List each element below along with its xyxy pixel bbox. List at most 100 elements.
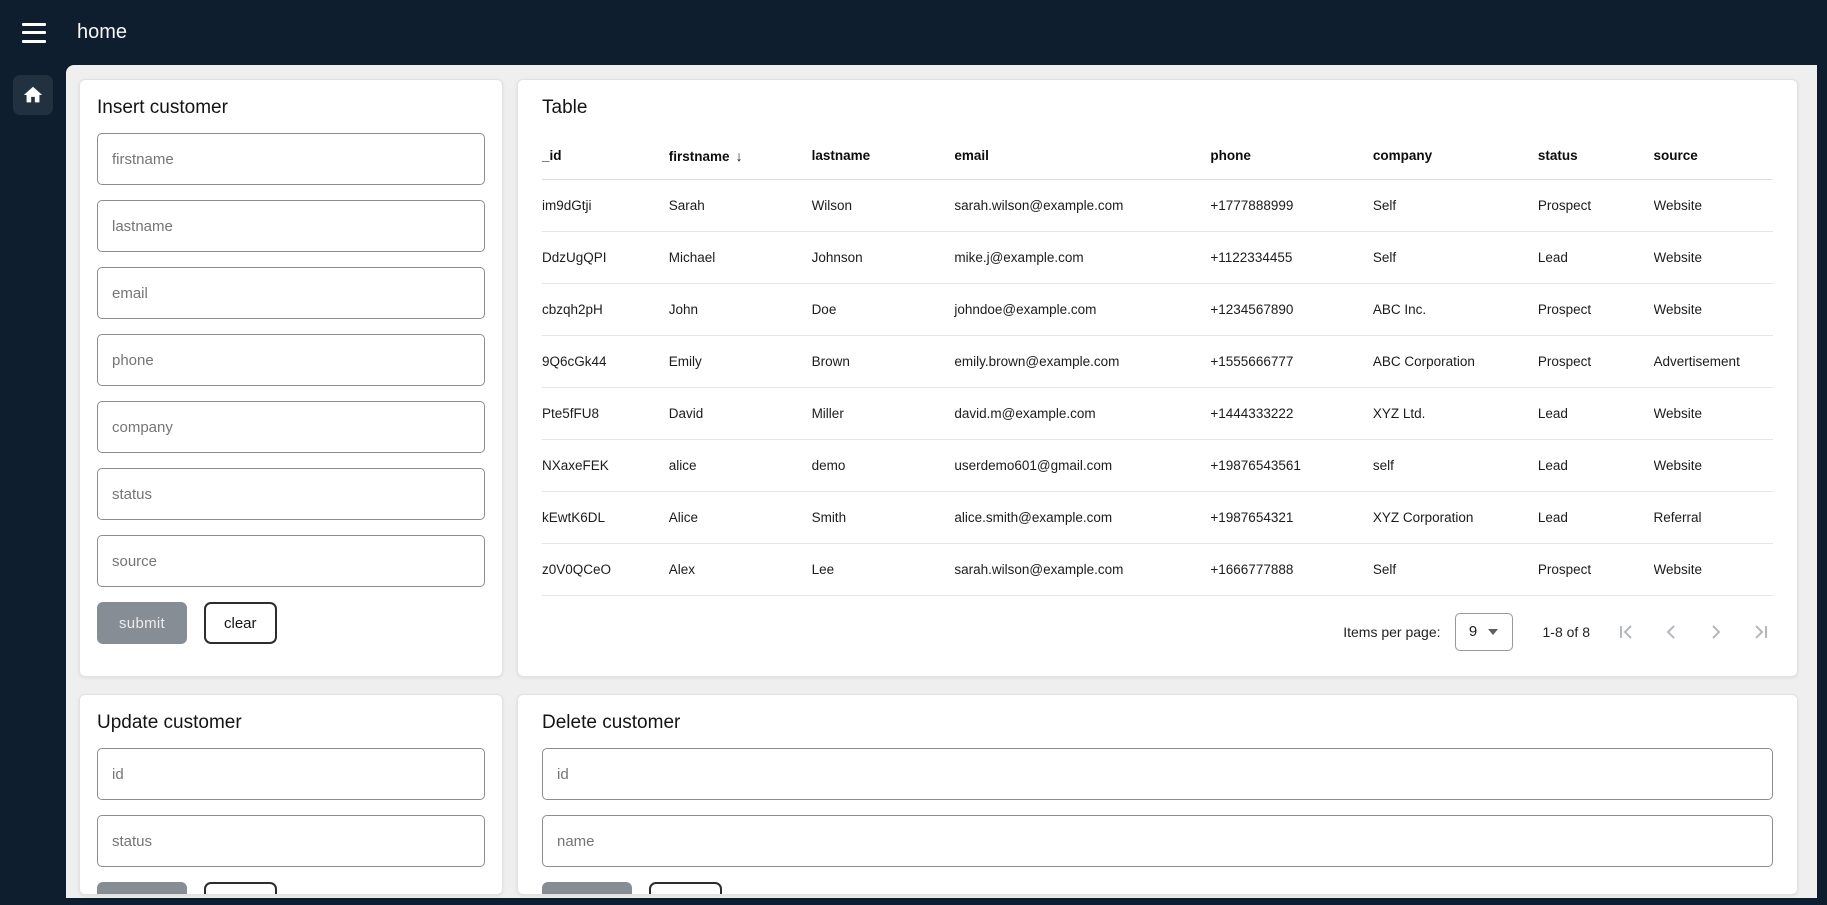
table-row: cbzqh2pHJohnDoejohndoe@example.com+12345…: [542, 283, 1773, 335]
cell-company: XYZ Corporation: [1373, 491, 1538, 543]
column-header-firstname-label: firstname: [669, 149, 730, 164]
source-input[interactable]: [97, 535, 485, 587]
cell-lastname: Lee: [812, 543, 955, 595]
cell-id: Pte5fFU8: [542, 387, 669, 439]
select-caret-icon: [1488, 629, 1498, 635]
cell-source: Referral: [1654, 491, 1773, 543]
items-per-page-select[interactable]: 9: [1455, 613, 1513, 651]
next-page-button[interactable]: [1704, 620, 1728, 644]
update-card-title: Update customer: [97, 711, 485, 734]
table-card: Table _id firstname ↓ lastname email: [517, 79, 1798, 677]
cell-lastname: Doe: [812, 283, 955, 335]
cell-id: kEwtK6DL: [542, 491, 669, 543]
update-customer-card: Update customer submit clear: [79, 694, 503, 895]
menu-icon[interactable]: [22, 23, 48, 43]
cell-company: Self: [1373, 543, 1538, 595]
cell-company: ABC Inc.: [1373, 283, 1538, 335]
cell-email: alice.smith@example.com: [954, 491, 1210, 543]
insert-card-title: Insert customer: [97, 96, 485, 119]
email-input[interactable]: [97, 267, 485, 319]
column-header-email[interactable]: email: [954, 133, 1210, 179]
last-page-button[interactable]: [1749, 620, 1773, 644]
status-input[interactable]: [97, 468, 485, 520]
delete-submit-button[interactable]: submit: [542, 882, 632, 895]
table-row: im9dGtjiSarahWilsonsarah.wilson@example.…: [542, 179, 1773, 231]
column-header-firstname[interactable]: firstname ↓: [669, 133, 812, 179]
update-clear-button[interactable]: clear: [204, 882, 277, 895]
page-title: home: [77, 21, 127, 44]
update-submit-button[interactable]: submit: [97, 882, 187, 895]
cell-lastname: Miller: [812, 387, 955, 439]
previous-page-button[interactable]: [1659, 620, 1683, 644]
cell-firstname: Alex: [669, 543, 812, 595]
cell-status: Lead: [1538, 439, 1654, 491]
last-page-icon: [1749, 620, 1773, 644]
cell-lastname: demo: [812, 439, 955, 491]
cell-source: Website: [1654, 543, 1773, 595]
items-per-page-label: Items per page:: [1343, 624, 1440, 640]
first-page-button[interactable]: [1614, 620, 1638, 644]
cell-email: sarah.wilson@example.com: [954, 179, 1210, 231]
cell-firstname: Emily: [669, 335, 812, 387]
column-header-lastname[interactable]: lastname: [812, 133, 955, 179]
table-header-row: _id firstname ↓ lastname email phone comp…: [542, 133, 1773, 179]
delete-clear-button[interactable]: clear: [649, 882, 722, 895]
table-row: 9Q6cGk44EmilyBrownemily.brown@example.co…: [542, 335, 1773, 387]
insert-clear-button[interactable]: clear: [204, 602, 277, 644]
cell-status: Prospect: [1538, 283, 1654, 335]
update-id-input[interactable]: [97, 748, 485, 800]
cell-firstname: alice: [669, 439, 812, 491]
company-input[interactable]: [97, 401, 485, 453]
cell-company: Self: [1373, 179, 1538, 231]
cell-source: Website: [1654, 439, 1773, 491]
cell-firstname: Michael: [669, 231, 812, 283]
cell-company: self: [1373, 439, 1538, 491]
column-header-status[interactable]: status: [1538, 133, 1654, 179]
column-header-source[interactable]: source: [1654, 133, 1773, 179]
cell-status: Lead: [1538, 491, 1654, 543]
insert-submit-button[interactable]: submit: [97, 602, 187, 644]
update-status-input[interactable]: [97, 815, 485, 867]
table-row: DdzUgQPIMichaelJohnsonmike.j@example.com…: [542, 231, 1773, 283]
cell-status: Lead: [1538, 231, 1654, 283]
phone-input[interactable]: [97, 334, 485, 386]
cell-company: XYZ Ltd.: [1373, 387, 1538, 439]
sidebar-item-home[interactable]: [13, 75, 53, 115]
cell-source: Website: [1654, 231, 1773, 283]
cell-email: johndoe@example.com: [954, 283, 1210, 335]
cell-email: david.m@example.com: [954, 387, 1210, 439]
table-row: kEwtK6DLAliceSmithalice.smith@example.co…: [542, 491, 1773, 543]
cell-id: NXaxeFEK: [542, 439, 669, 491]
cell-phone: +19876543561: [1210, 439, 1372, 491]
delete-id-input[interactable]: [542, 748, 1773, 800]
cell-status: Lead: [1538, 387, 1654, 439]
cell-email: userdemo601@gmail.com: [954, 439, 1210, 491]
cell-email: mike.j@example.com: [954, 231, 1210, 283]
cell-source: Website: [1654, 387, 1773, 439]
column-header-company[interactable]: company: [1373, 133, 1538, 179]
cell-lastname: Wilson: [812, 179, 955, 231]
cell-source: Advertisement: [1654, 335, 1773, 387]
cell-company: ABC Corporation: [1373, 335, 1538, 387]
cell-phone: +1987654321: [1210, 491, 1372, 543]
delete-name-input[interactable]: [542, 815, 1773, 867]
cell-phone: +1666777888: [1210, 543, 1372, 595]
cell-phone: +1234567890: [1210, 283, 1372, 335]
lastname-input[interactable]: [97, 200, 485, 252]
column-header-id[interactable]: _id: [542, 133, 669, 179]
cell-lastname: Brown: [812, 335, 955, 387]
chevron-right-icon: [1704, 620, 1728, 644]
column-header-phone[interactable]: phone: [1210, 133, 1372, 179]
table-row: Pte5fFU8DavidMillerdavid.m@example.com+1…: [542, 387, 1773, 439]
cell-source: Website: [1654, 283, 1773, 335]
cell-status: Prospect: [1538, 335, 1654, 387]
cell-firstname: Alice: [669, 491, 812, 543]
table-card-title: Table: [542, 96, 1773, 119]
cell-id: z0V0QCeO: [542, 543, 669, 595]
sort-desc-icon: ↓: [736, 148, 743, 164]
main-content: Insert customer submit clear Table: [66, 65, 1817, 898]
firstname-input[interactable]: [97, 133, 485, 185]
paginator-range-label: 1-8 of 8: [1543, 624, 1590, 640]
sidebar: [0, 65, 66, 898]
cell-id: im9dGtji: [542, 179, 669, 231]
